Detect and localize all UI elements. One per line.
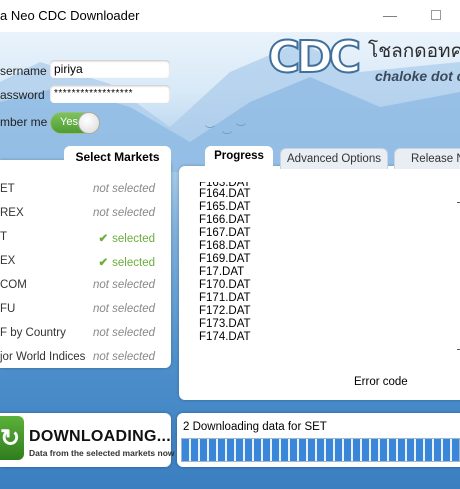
market-row[interactable]: ET not selected [0,178,168,202]
username-input[interactable]: piriya [50,60,170,78]
market-name: COM [0,279,27,291]
logo-thai-text: โชลกดอทค [368,41,460,62]
password-label: assword [0,88,45,102]
toggle-knob [78,112,100,134]
downloading-title: DOWNLOADING... [29,428,171,445]
market-status-text: not selected [92,303,155,315]
maximize-icon [431,10,441,20]
cdc-logo: CDC โชลกดอทค chaloke dot c [267,31,460,92]
market-status-text: not selected [92,351,155,363]
market-row[interactable]: T ✔ selected [0,226,168,250]
market-name: ET [0,183,15,195]
tab-advanced-options[interactable]: Advanced Options [280,148,388,169]
market-row[interactable]: FU not selected [0,298,168,322]
file-list-item: F167.DAT [199,227,251,239]
market-row[interactable]: COM not selected [0,274,168,298]
logo-mark: CDC [267,31,362,84]
file-list-item: F168.DAT [199,240,251,252]
tab-progress[interactable]: Progress [205,146,273,168]
check-icon: ✔ [98,257,109,269]
progress-bar-fill [182,439,459,461]
market-name: FU [0,303,16,315]
minimize-button[interactable]: — [380,6,400,24]
remember-me-label: mber me [0,115,48,129]
progress-status-text: 2 Downloading data for SET [183,421,327,433]
market-name: T [0,231,8,243]
market-status: not selected [93,183,155,195]
market-name: F by Country [0,327,66,339]
password-input[interactable]: ****************** [50,85,170,103]
market-name: EX [0,255,16,267]
download-arrow-icon: ↻ [0,416,24,460]
downloading-subtitle: Data from the selected markets now [29,448,175,458]
error-code-label: Error code [354,376,408,388]
market-status: not selected [93,279,155,291]
market-status: not selected [93,351,155,363]
file-list-item: F174.DAT [199,331,251,343]
toggle-yes-label: Yes [60,116,78,128]
file-list-item: F166.DAT [199,214,251,226]
market-status: not selected [93,303,155,315]
title-bar: a Neo CDC Downloader — [0,0,460,32]
bird-icon: ︶ [236,124,246,135]
market-status-text: not selected [92,183,155,195]
market-status: not selected [93,327,155,339]
file-list-item: F164.DAT [199,188,251,200]
file-list-item: F171.DAT [199,292,251,304]
market-status-text: selected [112,233,155,245]
file-list-item: F172.DAT [199,305,251,317]
market-row[interactable]: F by Country not selected [0,322,168,346]
tab-release-notes[interactable]: Release N [394,148,460,169]
market-status: ✔ selected [99,231,155,245]
file-list-item: F170.DAT [199,279,251,291]
file-list-item: F169.DAT [199,253,251,265]
market-row[interactable]: jor World Indices not selected [0,346,168,370]
market-name: jor World Indices [0,351,86,363]
market-status-text: not selected [92,327,155,339]
bird-icon: ︶ [205,126,215,137]
window-title: a Neo CDC Downloader [0,8,140,23]
maximize-button[interactable] [426,6,446,24]
market-row[interactable]: REX not selected [0,202,168,226]
logo-english-text: chaloke dot c [375,68,460,84]
check-icon: ✔ [98,233,109,245]
market-status-text: not selected [92,207,155,219]
progress-bar [181,438,460,462]
market-status: ✔ selected [99,255,155,269]
username-label: sername [0,64,47,78]
file-list-item: F173.DAT [199,318,251,330]
file-list-item: F165.DAT [199,201,251,213]
file-list-item: F17.DAT [199,266,245,278]
tab-select-markets[interactable]: Select Markets [64,146,171,168]
bird-icon: ︶ [222,132,232,143]
downloaded-file-list: F163.DAT F164.DAT F165.DAT F166.DAT F167.DAT… [199,182,251,344]
market-status: not selected [93,207,155,219]
market-row[interactable]: EX ✔ selected [0,250,168,274]
market-status-text: not selected [92,279,155,291]
remember-me-toggle[interactable]: Yes [50,112,100,134]
market-status-text: selected [112,257,155,269]
market-name: REX [0,207,24,219]
